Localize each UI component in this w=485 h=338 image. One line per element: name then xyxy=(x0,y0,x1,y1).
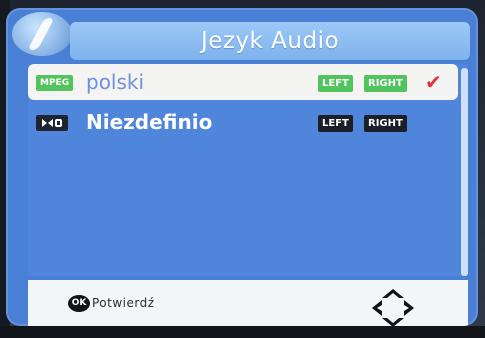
track-language: polski xyxy=(86,70,145,94)
right-channel-badge: RIGHT xyxy=(364,115,407,132)
dialog-title: Jezyk Audio xyxy=(200,28,340,54)
brand-logo-icon xyxy=(12,12,72,56)
left-channel-badge: LEFT xyxy=(318,115,353,132)
scrollbar[interactable] xyxy=(461,68,468,276)
brand-logo-mark xyxy=(27,18,55,50)
dolby-icon xyxy=(42,118,62,127)
dpad-arrows-icon xyxy=(372,289,414,326)
right-channel-badge: RIGHT xyxy=(364,75,407,92)
ok-button-icon[interactable]: OK xyxy=(68,295,90,312)
title-bar: Jezyk Audio xyxy=(70,22,470,60)
ok-label: Potwierdź xyxy=(92,296,155,310)
track-row-polski[interactable]: MPEG polski LEFT RIGHT ✔ xyxy=(28,64,458,100)
track-language: Niezdefinio xyxy=(86,110,213,134)
dolby-codec-badge xyxy=(36,115,68,131)
mpeg-codec-badge: MPEG xyxy=(36,75,74,91)
checkmark-icon: ✔ xyxy=(425,70,442,94)
tv-screen: Jezyk Audio MPEG polski LEFT RIGHT ✔ Nie… xyxy=(0,0,485,338)
audio-language-dialog: Jezyk Audio MPEG polski LEFT RIGHT ✔ Nie… xyxy=(6,8,478,326)
bezel-bottom xyxy=(0,326,485,338)
track-row-niezdefinio[interactable]: Niezdefinio LEFT RIGHT xyxy=(28,104,458,140)
footer-bar: OK Potwierdź xyxy=(28,280,468,326)
left-channel-badge: LEFT xyxy=(318,75,353,92)
